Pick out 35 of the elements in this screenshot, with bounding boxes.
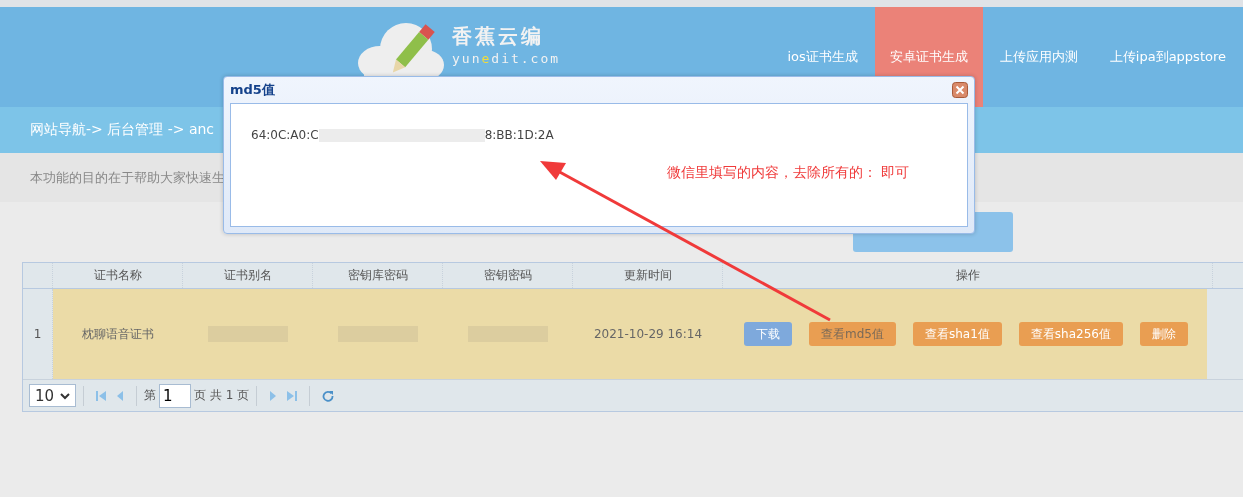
- md5-value-start: 64:0C:A0:C: [251, 128, 319, 142]
- table-row[interactable]: 枕聊语音证书 2021-10-29 16:14 下载 查看md5值 查看sha1值 查看sha256值 删除: [53, 289, 1207, 379]
- action-button[interactable]: 查看md5值: [809, 322, 896, 346]
- logo-title: 香蕉云编: [452, 23, 545, 49]
- refresh-icon[interactable]: [322, 389, 335, 402]
- column-header: 操作: [723, 263, 1213, 288]
- page-size-select[interactable]: 10: [29, 384, 77, 407]
- caret-icon: [60, 391, 71, 400]
- next-page-icon[interactable]: [269, 389, 278, 402]
- action-button[interactable]: 查看sha256值: [1018, 322, 1123, 346]
- table-cell: 枕聊语音证书: [82, 325, 154, 343]
- previous-page-icon[interactable]: [116, 389, 125, 402]
- column-header: 证书别名: [183, 263, 313, 288]
- download-button[interactable]: 下载: [744, 322, 792, 346]
- page-number-field[interactable]: 1: [159, 383, 192, 408]
- intro-text: 本功能的目的在于帮助大家快速生: [30, 168, 225, 187]
- column-header: 证书名称: [53, 263, 183, 288]
- last-page-icon[interactable]: [287, 389, 298, 402]
- close-icon[interactable]: [952, 82, 968, 98]
- md5-value-end: 8:BB:1D:2A: [484, 128, 554, 142]
- breadcrumb: 网站导航-> 后台管理 -> anc: [30, 121, 215, 139]
- logo-domain: yun e dit.com: [452, 51, 561, 67]
- table-cell: 2021-10-29 16:14: [593, 327, 703, 341]
- column-header: 更新时间: [573, 263, 723, 288]
- annotation-text: 微信里填写的内容，去除所有的： 即可: [667, 164, 910, 180]
- action-button[interactable]: 查看sha1值: [912, 322, 1002, 346]
- nav-tab[interactable]: 上传ipa到appstore: [1094, 7, 1241, 107]
- column-header: 密钥库密码: [313, 263, 443, 288]
- column-header: 密钥密码: [443, 263, 573, 288]
- page-total-label: 页 共 1 页: [194, 387, 250, 404]
- nav-tab[interactable]: 上传应用内测: [984, 7, 1093, 107]
- page-label: 第: [144, 387, 157, 404]
- action-button[interactable]: 删除: [1139, 322, 1188, 346]
- dialog-title: md5值: [230, 81, 275, 99]
- first-page-icon[interactable]: [96, 389, 107, 402]
